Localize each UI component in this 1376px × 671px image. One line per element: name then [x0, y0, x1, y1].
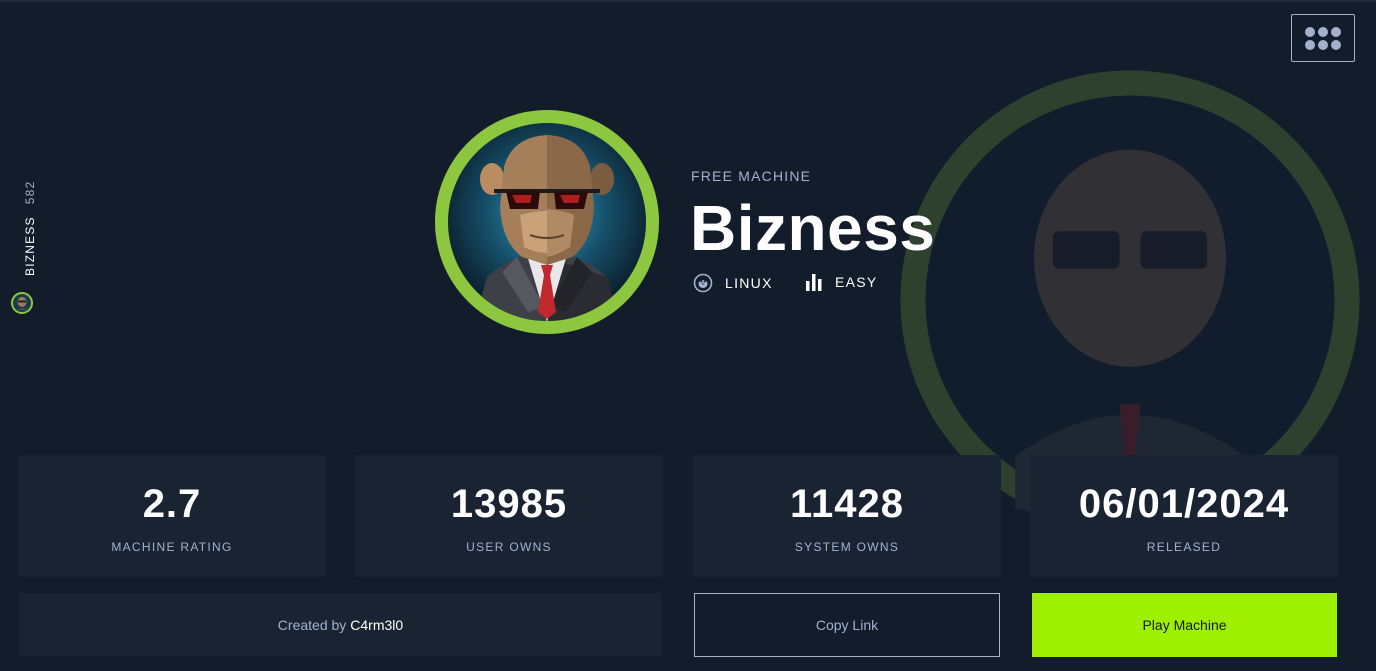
stat-value: 13985 — [450, 482, 568, 526]
side-machine-id: 582 — [23, 180, 37, 205]
machine-profile-page: BIZNESS 582 FREE MACHINE Bizness LINUX E… — [0, 0, 1376, 671]
machine-title: Bizness — [690, 192, 936, 264]
stat-system-owns: 11428 SYSTEM OWNS — [693, 455, 1001, 577]
grid-dots-icon — [1305, 26, 1315, 37]
stat-machine-rating: 2.7 MACHINE RATING — [18, 455, 326, 577]
linux-penguin-icon — [693, 273, 713, 293]
app-menu-button[interactable] — [1291, 14, 1355, 62]
stat-released: 06/01/2024 RELEASED — [1030, 455, 1338, 577]
bar-chart-icon — [806, 274, 822, 291]
machine-os-label: LINUX — [725, 275, 773, 291]
side-machine-label: BIZNESS 582 — [10, 172, 37, 284]
stat-value: 2.7 — [142, 482, 202, 526]
copy-link-button[interactable]: Copy Link — [694, 593, 1000, 657]
stat-value: 06/01/2024 — [1078, 482, 1290, 526]
creator-info: Created by C4rm3l0 — [19, 593, 662, 656]
machine-os: LINUX — [693, 273, 773, 293]
stat-user-owns: 13985 USER OWNS — [355, 455, 663, 577]
play-machine-button[interactable]: Play Machine — [1032, 593, 1337, 657]
creator-prefix: Created by — [277, 616, 347, 633]
machine-difficulty: EASY — [805, 273, 878, 291]
stat-label: SYSTEM OWNS — [794, 540, 900, 554]
stat-label: USER OWNS — [466, 540, 552, 554]
top-divider — [0, 0, 1376, 2]
machine-avatar — [435, 110, 659, 334]
side-avatar[interactable] — [11, 292, 33, 314]
machine-tier-label: FREE MACHINE — [691, 168, 812, 184]
machine-difficulty-label: EASY — [835, 274, 878, 290]
stat-label: MACHINE RATING — [111, 540, 233, 554]
side-machine-name: BIZNESS — [23, 216, 37, 276]
stat-label: RELEASED — [1146, 540, 1222, 554]
creator-name-link[interactable]: C4rm3l0 — [350, 617, 403, 633]
stat-value: 11428 — [789, 482, 905, 526]
